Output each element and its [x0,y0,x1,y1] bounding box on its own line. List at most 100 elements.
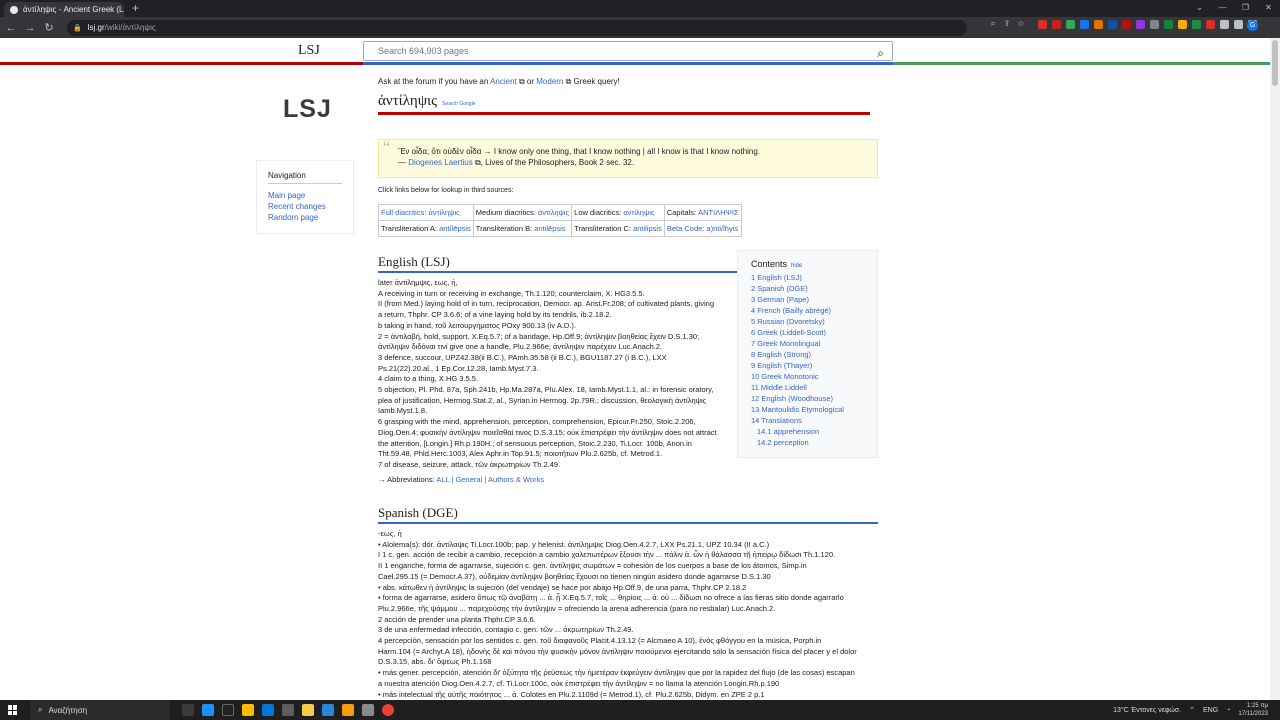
extension-icon[interactable] [1164,20,1173,29]
folder-icon[interactable] [302,704,314,716]
entry-line: 3 defence, succour, UPZ42.38(ii B.C.), P… [378,352,667,362]
puzzle-icon[interactable] [1220,20,1229,29]
external-link-icon: ⧉ [472,158,481,167]
search-google-link[interactable]: Search Google [442,101,475,107]
source-text: , Lives of the Philosophers, Book 2 sec.… [480,158,635,167]
modern-forum-link[interactable]: Modern [536,77,563,86]
app-icon[interactable] [322,704,334,716]
toc-subitem[interactable]: 14.2 perception [751,437,877,448]
back-icon[interactable]: ← [3,22,19,34]
site-search-input[interactable]: Search 694,903 pages ⌕ [363,41,893,61]
extension-icon[interactable] [1178,20,1187,29]
toc-item[interactable]: 11 Middle Liddell [751,382,877,393]
reload-icon[interactable]: ↻ [41,21,57,34]
cell-link[interactable]: ΑΝΤΙΛΗΨΙΣ [698,208,739,217]
toc-item[interactable]: 14 Translations [751,415,877,426]
toc-item[interactable]: 6 Greek (Liddell-Scott) [751,327,877,338]
toc-item[interactable]: 9 English (Thayer) [751,360,877,371]
extension-icon[interactable] [1038,20,1047,29]
toc-item[interactable]: 2 Spanish (DGE) [751,283,877,294]
abbr-links[interactable]: ALL | General | Authors & Works [436,475,544,484]
toc-item[interactable]: 5 Russian (Dvoretsky) [751,316,877,327]
tab-search-icon[interactable]: ⌄ [1188,0,1211,17]
site-brand[interactable]: LSJ [298,43,320,59]
app-icon[interactable] [282,704,294,716]
chrome-icon[interactable] [382,704,394,716]
entry-line: • abs. κάτωθεν ἡ ἀντίληψις la sujeción (… [378,582,747,592]
scrollbar-thumb[interactable] [1272,40,1278,86]
terminal-icon[interactable] [222,704,234,716]
extension-icon[interactable] [1052,20,1061,29]
toc-item[interactable]: 10 Greek Monotonic [751,371,877,382]
app-icon[interactable] [342,704,354,716]
entry-line: 2 = ἀντιλαβή, hold, support, X.Eq.5.7; o… [378,331,700,341]
entry-line: I 1 c. gen. acción de recibir a cambio, … [378,550,836,560]
table-cell: Transliteration C: antilipsis [571,220,665,237]
app-icon[interactable] [362,704,374,716]
cell-link[interactable]: antilēpsis [534,224,565,233]
url-field[interactable]: 🔒 lsj.gr/wiki/ἀντίληψις [67,19,967,36]
forward-icon[interactable]: → [22,22,38,34]
language[interactable]: ENG [1203,707,1218,714]
zoom-search-icon[interactable]: ⌕ [988,19,998,29]
cell-link[interactable]: ἀντίληψις [538,208,569,217]
cell-link[interactable]: ἀντίληψις [429,208,460,217]
nav-link-recent-changes[interactable]: Recent changes [268,201,342,212]
extension-icon[interactable] [1122,20,1131,29]
toc-item[interactable]: 1 English (LSJ) [751,272,877,283]
cell-link[interactable]: αντίληψις [623,208,654,217]
clock[interactable]: 1:25 πμ 17/11/2023 [1238,702,1268,718]
windows-start-icon[interactable] [8,705,18,715]
extension-icon[interactable] [1108,20,1117,29]
toc-subitem[interactable]: 14.1 apprehension [751,426,877,437]
weather[interactable]: 13°C Έντονες νεφώσ. [1113,707,1181,714]
ancient-forum-link[interactable]: Ancient [490,77,517,86]
toc-item[interactable]: 7 Greek Monolingual [751,338,877,349]
taskbar-search[interactable]: ⌕ Αναζήτηση [30,700,170,720]
browser-tab[interactable]: ἀντίληψις - Ancient Greek (LSJ) ✕ [4,2,124,17]
maximize-icon[interactable]: ❐ [1234,0,1257,17]
new-tab-icon[interactable]: + [132,2,139,17]
toc-item[interactable]: 8 English (Strong) [751,349,877,360]
toc-item[interactable]: 3 German (Pape) [751,294,877,305]
extension-icon[interactable] [1080,20,1089,29]
extension-icon[interactable] [1066,20,1075,29]
store-icon[interactable] [262,704,274,716]
lock-icon[interactable]: 🔒 [73,24,82,32]
extension-icon[interactable] [1150,20,1159,29]
search-icon[interactable]: ⌕ [877,44,884,62]
minimize-icon[interactable]: — [1211,0,1234,17]
extension-icon[interactable] [1136,20,1145,29]
cell-link[interactable]: antílēpsis [439,224,471,233]
explorer-icon[interactable] [242,704,254,716]
nav-link-main-page[interactable]: Main page [268,190,342,201]
nav-link-random-page[interactable]: Random page [268,212,342,223]
close-window-icon[interactable]: ✕ [1257,0,1280,17]
edge-icon[interactable] [202,704,214,716]
extension-icon[interactable] [1206,20,1215,29]
cell-link[interactable]: antilipsis [633,224,662,233]
author-link[interactable]: Diogenes Laertius [408,158,472,167]
download-icon[interactable] [1234,20,1243,29]
toc-item[interactable]: 13 Mantoulidis Etymological [751,404,877,415]
cell-label[interactable]: Full diacritics: [381,208,429,217]
toc-hide-toggle[interactable]: hide [791,263,802,269]
toc-item[interactable]: 12 English (Woodhouse) [751,393,877,404]
system-tray: 13°C Έντονες νεφώσ. ⌃ ENG ◔ 1:25 πμ 17/11… [1113,700,1280,720]
share-icon[interactable]: ⇪ [1002,19,1012,29]
bookmark-star-icon[interactable]: ☆ [1016,19,1026,29]
toc-item[interactable]: 4 French (Bailly abrégé) [751,305,877,316]
extension-icon[interactable] [1192,20,1201,29]
forum-notice: Ask at the forum if you have an Ancient … [378,77,620,87]
task-view-icon[interactable] [182,704,194,716]
page-scrollbar[interactable] [1270,38,1280,700]
cell-link[interactable]: a)nti/lhyis [706,224,738,233]
profile-avatar[interactable]: G [1247,20,1258,31]
site-logo[interactable]: LSJ [283,95,332,124]
extension-icon[interactable] [1094,20,1103,29]
tray-chevron-icon[interactable]: ⌃ [1189,706,1195,714]
table-of-contents: Contents hide 1 English (LSJ) 2 Spanish (D… [737,250,878,458]
windows-taskbar: ⌕ Αναζήτηση 13°C Έντονες νεφώσ. ⌃ ENG ◔ 1… [0,700,1280,720]
cell-label[interactable]: Beta Code: [667,224,707,233]
wifi-icon[interactable]: ◔ [1226,707,1230,714]
